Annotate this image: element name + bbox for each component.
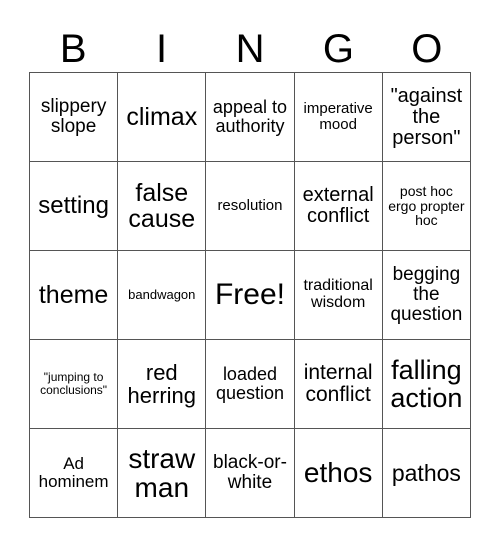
bingo-cell[interactable]: bandwagon — [117, 250, 207, 340]
bingo-cell[interactable]: falling action — [381, 339, 472, 429]
header-letter: G — [322, 27, 354, 71]
bingo-cell[interactable]: theme — [28, 250, 119, 340]
bingo-cell[interactable]: appeal to authority — [205, 72, 295, 162]
bingo-cell[interactable]: "against the person" — [381, 72, 472, 162]
header-letter: B — [59, 27, 87, 71]
bingo-cell[interactable]: ethos — [293, 428, 383, 518]
bingo-cell[interactable]: black-or-white — [205, 428, 295, 518]
bingo-cell[interactable]: imperative mood — [293, 72, 383, 162]
bingo-cell[interactable]: traditional wisdom — [293, 250, 383, 340]
bingo-cell[interactable]: red herring — [117, 339, 207, 429]
bingo-cell[interactable]: false cause — [117, 161, 207, 251]
grid-row: Ad hominem straw man black-or-white ethos pa… — [28, 428, 472, 518]
bingo-cell[interactable]: Free! — [205, 250, 295, 340]
grid-row: slippery slope climax appeal to authority i… — [28, 72, 472, 162]
grid-row: theme bandwagon Free! traditional wisdom beg… — [28, 250, 472, 340]
bingo-cell[interactable]: external conflict — [293, 161, 383, 251]
header-letter: I — [156, 27, 168, 71]
bingo-cell[interactable]: setting — [28, 161, 119, 251]
bingo-header: B I N G O — [29, 26, 471, 72]
bingo-cell[interactable]: Ad hominem — [28, 428, 119, 518]
grid-row: "jumping to conclusions" red herring loade… — [28, 339, 472, 429]
bingo-cell[interactable]: "jumping to conclusions" — [28, 339, 119, 429]
bingo-cell[interactable]: begging the question — [381, 250, 472, 340]
bingo-cell[interactable]: post hoc ergo propter hoc — [381, 161, 472, 251]
header-letter: N — [235, 27, 265, 71]
bingo-cell[interactable]: climax — [117, 72, 207, 162]
bingo-cell[interactable]: pathos — [381, 428, 472, 518]
bingo-cell[interactable]: internal conflict — [293, 339, 383, 429]
bingo-cell[interactable]: straw man — [117, 428, 207, 518]
bingo-cell[interactable]: loaded question — [205, 339, 295, 429]
header-letter: O — [411, 27, 443, 71]
bingo-cell[interactable]: resolution — [205, 161, 295, 251]
grid-row: setting false cause resolution external con… — [28, 161, 472, 251]
bingo-cell[interactable]: slippery slope — [28, 72, 119, 162]
bingo-grid: slippery slope climax appeal to authority i… — [28, 72, 472, 518]
